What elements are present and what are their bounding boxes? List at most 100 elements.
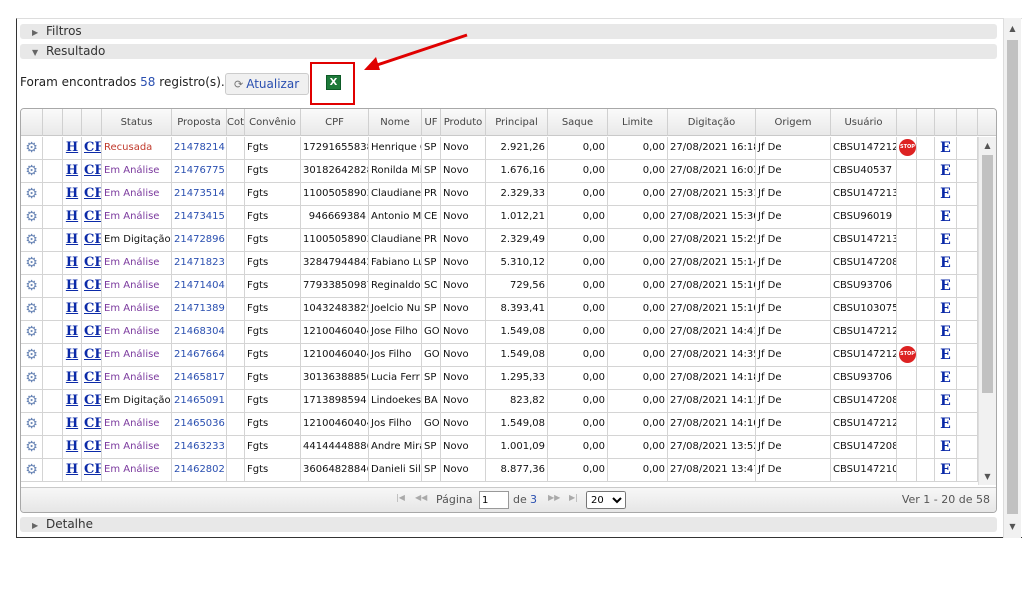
edit-icon[interactable]: E (940, 209, 951, 225)
prev-page-icon[interactable]: ◀◀ (415, 493, 427, 502)
table-row[interactable]: ⚙ H CF Em Análise 21465036 Fgts 12100460404 Jos… (21, 413, 978, 436)
gear-icon[interactable]: ⚙ (25, 163, 38, 179)
history-link[interactable]: H (66, 186, 78, 201)
edit-icon[interactable]: E (940, 255, 951, 271)
column-header-status[interactable]: Status (102, 109, 172, 136)
column-header-cpf[interactable]: CPF (301, 109, 369, 136)
page-input[interactable] (479, 491, 509, 509)
edit-icon[interactable]: E (940, 370, 951, 386)
gear-icon[interactable]: ⚙ (25, 255, 38, 271)
edit-icon[interactable]: E (940, 462, 951, 478)
column-header-nome[interactable]: Nome (369, 109, 422, 136)
edit-icon[interactable]: E (940, 347, 951, 363)
scroll-down-icon[interactable]: ▼ (1004, 520, 1021, 534)
cf-link[interactable]: CF (84, 255, 101, 270)
table-row[interactable]: ⚙ H CF Em Análise 21473514 Fgts 11005058903 Cla… (21, 183, 978, 206)
cell-proposta[interactable]: 21476775 (172, 160, 227, 182)
cell-proposta[interactable]: 21463233 (172, 436, 227, 458)
cell-proposta[interactable]: 21473415 (172, 206, 227, 228)
excel-icon[interactable]: X (326, 75, 341, 90)
cell-proposta[interactable]: 21471823 (172, 252, 227, 274)
gear-icon[interactable]: ⚙ (25, 301, 38, 317)
column-header-cot[interactable]: Cot (227, 109, 245, 136)
history-link[interactable]: H (66, 232, 78, 247)
table-row[interactable]: ⚙ H CF Em Análise 21465817 Fgts 30136388850 Luc… (21, 367, 978, 390)
table-row[interactable]: ⚙ H CF Em Digitação 21465091 Fgts 1713898594 Li… (21, 390, 978, 413)
cf-link[interactable]: CF (84, 324, 101, 339)
history-link[interactable]: H (66, 393, 78, 408)
history-link[interactable]: H (66, 278, 78, 293)
cf-link[interactable]: CF (84, 278, 101, 293)
page-size-select[interactable]: 20 (586, 491, 626, 509)
cf-link[interactable]: CF (84, 186, 101, 201)
page-scrollbar[interactable]: ▲ ▼ (1003, 18, 1021, 538)
history-link[interactable]: H (66, 370, 78, 385)
next-page-icon[interactable]: ▶▶ (548, 493, 560, 502)
gear-icon[interactable]: ⚙ (25, 278, 38, 294)
column-header-origem[interactable]: Origem (756, 109, 831, 136)
cf-link[interactable]: CF (84, 462, 101, 477)
gear-icon[interactable]: ⚙ (25, 140, 38, 156)
cf-link[interactable]: CF (84, 163, 101, 178)
table-row[interactable]: ⚙ H CF Em Análise 21471404 Fgts 77933850987 Reg… (21, 275, 978, 298)
cell-proposta[interactable]: 21467664 (172, 344, 227, 366)
column-header-saque[interactable]: Saque (548, 109, 608, 136)
history-link[interactable]: H (66, 462, 78, 477)
history-link[interactable]: H (66, 301, 78, 316)
cell-proposta[interactable]: 21472896 (172, 229, 227, 251)
column-header-convenio[interactable]: Convênio (245, 109, 301, 136)
column-header-uf[interactable]: UF (422, 109, 441, 136)
table-row[interactable]: ⚙ H CF Em Análise 21473415 Fgts 946669384 Anton… (21, 206, 978, 229)
gear-icon[interactable]: ⚙ (25, 232, 38, 248)
column-header-principal[interactable]: Principal (486, 109, 548, 136)
section-resultado[interactable]: ▼ Resultado (20, 44, 997, 59)
column-header-limite[interactable]: Limite (608, 109, 668, 136)
grid-scroll-down-icon[interactable]: ▼ (979, 472, 996, 481)
edit-icon[interactable]: E (940, 140, 951, 156)
table-row[interactable]: ⚙ H CF Em Análise 21462802 Fgts 36064828846 Dan… (21, 459, 978, 482)
table-row[interactable]: ⚙ H CF Recusada 21478214 Fgts 17291655838 Henri… (21, 137, 978, 160)
first-page-icon[interactable]: |◀ (396, 493, 405, 502)
edit-icon[interactable]: E (940, 324, 951, 340)
cf-link[interactable]: CF (84, 232, 101, 247)
cell-proposta[interactable]: 21468304 (172, 321, 227, 343)
edit-icon[interactable]: E (940, 301, 951, 317)
grid-scroll-thumb[interactable] (982, 155, 993, 393)
section-filtros[interactable]: ▶ Filtros (20, 24, 997, 39)
gear-icon[interactable]: ⚙ (25, 439, 38, 455)
cell-proposta[interactable]: 21471404 (172, 275, 227, 297)
scroll-thumb[interactable] (1007, 40, 1018, 514)
table-row[interactable]: ⚙ H CF Em Análise 21467664 Fgts 12100460404 Jos… (21, 344, 978, 367)
cell-proposta[interactable]: 21465036 (172, 413, 227, 435)
cf-link[interactable]: CF (84, 209, 101, 224)
history-link[interactable]: H (66, 324, 78, 339)
gear-icon[interactable]: ⚙ (25, 209, 38, 225)
table-row[interactable]: ⚙ H CF Em Análise 21471823 Fgts 32847944842 Fab… (21, 252, 978, 275)
cf-link[interactable]: CF (84, 370, 101, 385)
column-header-produto[interactable]: Produto (441, 109, 486, 136)
edit-icon[interactable]: E (940, 232, 951, 248)
gear-icon[interactable]: ⚙ (25, 393, 38, 409)
gear-icon[interactable]: ⚙ (25, 416, 38, 432)
gear-icon[interactable]: ⚙ (25, 462, 38, 478)
edit-icon[interactable]: E (940, 163, 951, 179)
cell-proposta[interactable]: 21465817 (172, 367, 227, 389)
table-row[interactable]: ⚙ H CF Em Análise 21463233 Fgts 44144448886 And… (21, 436, 978, 459)
cell-proposta[interactable]: 21473514 (172, 183, 227, 205)
cf-link[interactable]: CF (84, 439, 101, 454)
cf-link[interactable]: CF (84, 393, 101, 408)
history-link[interactable]: H (66, 255, 78, 270)
column-header-usuario[interactable]: Usuário (831, 109, 897, 136)
cf-link[interactable]: CF (84, 347, 101, 362)
cf-link[interactable]: CF (84, 301, 101, 316)
edit-icon[interactable]: E (940, 186, 951, 202)
history-link[interactable]: H (66, 439, 78, 454)
refresh-button[interactable]: ⟳ Atualizar (225, 73, 309, 95)
grid-scrollbar[interactable]: ▲ ▼ (978, 137, 996, 485)
cell-proposta[interactable]: 21465091 (172, 390, 227, 412)
gear-icon[interactable]: ⚙ (25, 324, 38, 340)
edit-icon[interactable]: E (940, 393, 951, 409)
edit-icon[interactable]: E (940, 439, 951, 455)
history-link[interactable]: H (66, 416, 78, 431)
history-link[interactable]: H (66, 163, 78, 178)
